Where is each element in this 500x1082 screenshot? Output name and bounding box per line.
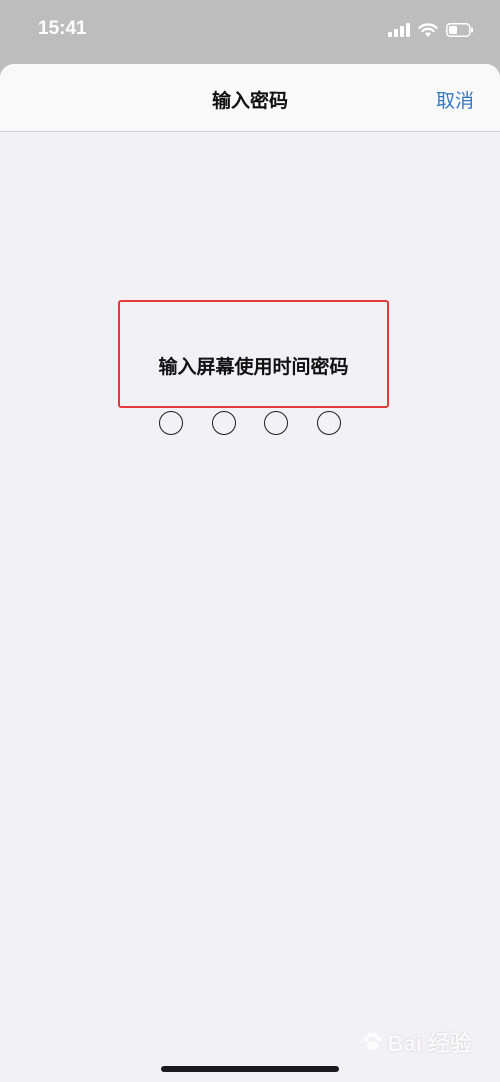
signal-icon <box>388 23 410 37</box>
status-bar: 15:41 <box>0 0 500 62</box>
watermark: Bai 经验 <box>360 1026 472 1058</box>
cancel-button[interactable]: 取消 <box>436 86 474 113</box>
nav-bar: 输入密码 取消 <box>0 64 500 132</box>
watermark-text: Bai 经验 <box>387 1031 472 1056</box>
status-time: 15:41 <box>38 18 87 39</box>
passcode-prompt: 输入屏幕使用时间密码 <box>158 356 349 378</box>
passcode-sheet: 输入密码 取消 输入屏幕使用时间密码 Bai 经验 <box>0 64 500 1082</box>
paw-icon <box>363 1032 382 1051</box>
status-icons <box>388 20 474 40</box>
wifi-icon <box>418 22 438 37</box>
passcode-dot <box>211 411 236 435</box>
passcode-dot <box>159 411 183 435</box>
page-title: 输入密码 <box>211 90 288 112</box>
passcode-dots <box>159 411 341 435</box>
battery-icon <box>446 23 473 37</box>
passcode-dot <box>264 411 289 435</box>
home-indicator[interactable] <box>161 1066 339 1072</box>
passcode-dot <box>316 411 341 435</box>
